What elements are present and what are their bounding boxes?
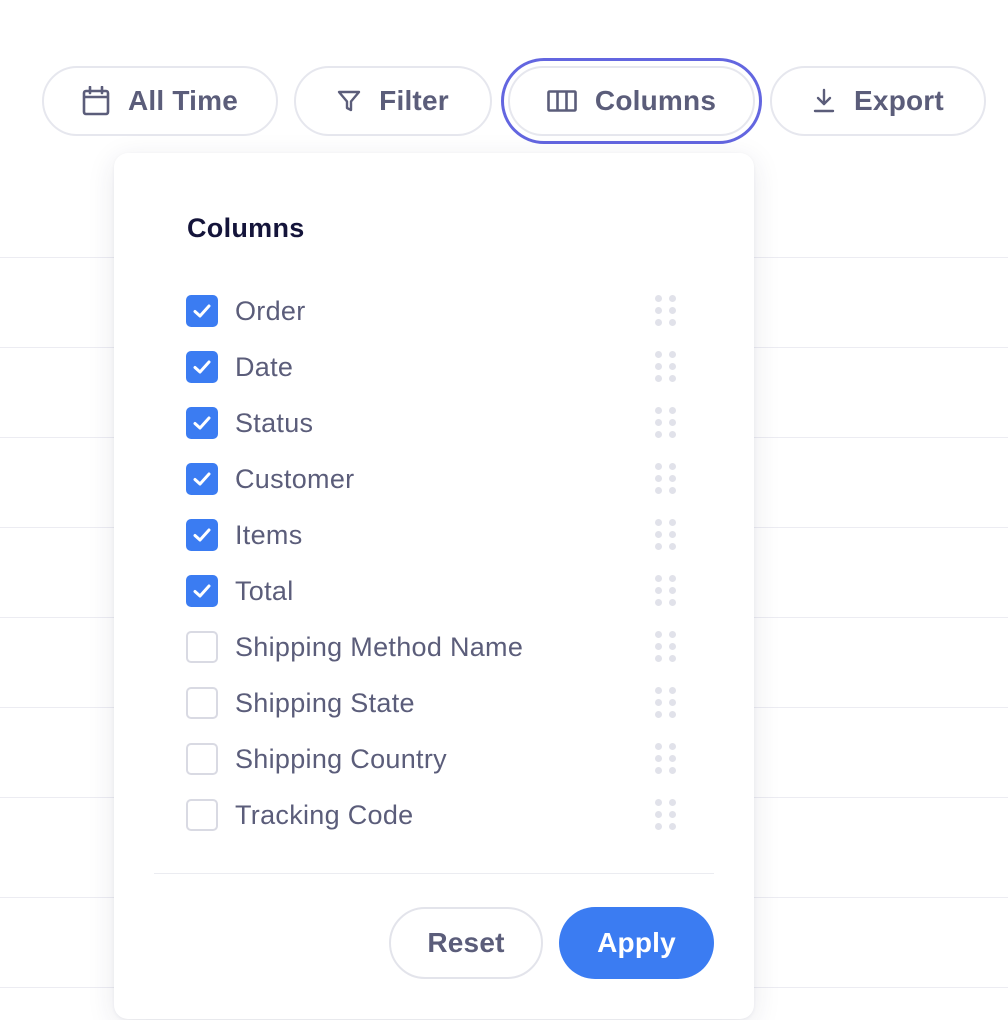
drag-handle-icon[interactable] xyxy=(655,743,677,777)
column-checkbox[interactable] xyxy=(186,799,218,831)
drag-handle-icon[interactable] xyxy=(655,463,677,497)
panel-divider xyxy=(154,873,714,874)
export-label: Export xyxy=(854,85,944,116)
reset-button[interactable]: Reset xyxy=(389,907,543,979)
panel-title: Columns xyxy=(187,213,305,243)
column-checkbox[interactable] xyxy=(186,407,218,439)
column-option-row[interactable]: Items xyxy=(186,507,686,563)
all-time-button[interactable]: All Time xyxy=(42,66,278,136)
filter-icon xyxy=(337,89,361,113)
column-option-label: Total xyxy=(235,575,294,606)
drag-handle-icon[interactable] xyxy=(655,631,677,665)
export-button[interactable]: Export xyxy=(770,66,986,136)
column-option-label: Shipping Method Name xyxy=(235,631,524,662)
column-option-label: Shipping State xyxy=(235,687,415,718)
columns-dropdown-panel: Columns Order Date Status Customer Items Tota… xyxy=(114,153,754,1019)
column-option-label: Date xyxy=(235,351,294,382)
column-option-row[interactable]: Status xyxy=(186,395,686,451)
column-checkbox[interactable] xyxy=(186,743,218,775)
column-checkbox[interactable] xyxy=(186,295,218,327)
columns-label: Columns xyxy=(594,85,717,116)
check-icon xyxy=(193,304,211,318)
column-option-row[interactable]: Shipping State xyxy=(186,675,686,731)
column-checkbox[interactable] xyxy=(186,351,218,383)
download-icon xyxy=(812,88,836,114)
column-option-label: Customer xyxy=(235,463,355,494)
column-option-label: Order xyxy=(235,295,306,326)
drag-handle-icon[interactable] xyxy=(655,407,677,441)
column-checkbox[interactable] xyxy=(186,519,218,551)
drag-handle-icon[interactable] xyxy=(655,575,677,609)
all-time-label: All Time xyxy=(127,85,238,116)
column-checkbox[interactable] xyxy=(186,463,218,495)
column-option-row[interactable]: Total xyxy=(186,563,686,619)
column-option-row[interactable]: Date xyxy=(186,339,686,395)
columns-button[interactable]: Columns xyxy=(508,66,755,136)
drag-handle-icon[interactable] xyxy=(655,519,677,553)
column-option-label: Items xyxy=(235,519,303,550)
column-list: Order Date Status Customer Items Total Shippin… xyxy=(186,283,686,843)
column-option-row[interactable]: Customer xyxy=(186,451,686,507)
apply-button[interactable]: Apply xyxy=(559,907,714,979)
drag-handle-icon[interactable] xyxy=(655,351,677,385)
column-option-row[interactable]: Shipping Method Name xyxy=(186,619,686,675)
column-option-row[interactable]: Tracking Code xyxy=(186,787,686,843)
column-option-label: Shipping Country xyxy=(235,743,447,774)
filter-label: Filter xyxy=(379,85,449,116)
columns-icon xyxy=(547,90,577,112)
column-option-row[interactable]: Shipping Country xyxy=(186,731,686,787)
column-option-label: Status xyxy=(235,407,314,438)
column-checkbox[interactable] xyxy=(186,575,218,607)
drag-handle-icon[interactable] xyxy=(655,295,677,329)
check-icon xyxy=(193,584,211,598)
column-option-row[interactable]: Order xyxy=(186,283,686,339)
check-icon xyxy=(193,416,211,430)
check-icon xyxy=(193,360,211,374)
check-icon xyxy=(193,472,211,486)
column-option-label: Tracking Code xyxy=(235,799,414,830)
orders-page: All Time Filter Columns Export Columns O… xyxy=(0,0,1008,1020)
drag-handle-icon[interactable] xyxy=(655,799,677,833)
drag-handle-icon[interactable] xyxy=(655,687,677,721)
filter-button[interactable]: Filter xyxy=(294,66,492,136)
column-checkbox[interactable] xyxy=(186,687,218,719)
calendar-icon xyxy=(82,86,110,116)
column-checkbox[interactable] xyxy=(186,631,218,663)
check-icon xyxy=(193,528,211,542)
